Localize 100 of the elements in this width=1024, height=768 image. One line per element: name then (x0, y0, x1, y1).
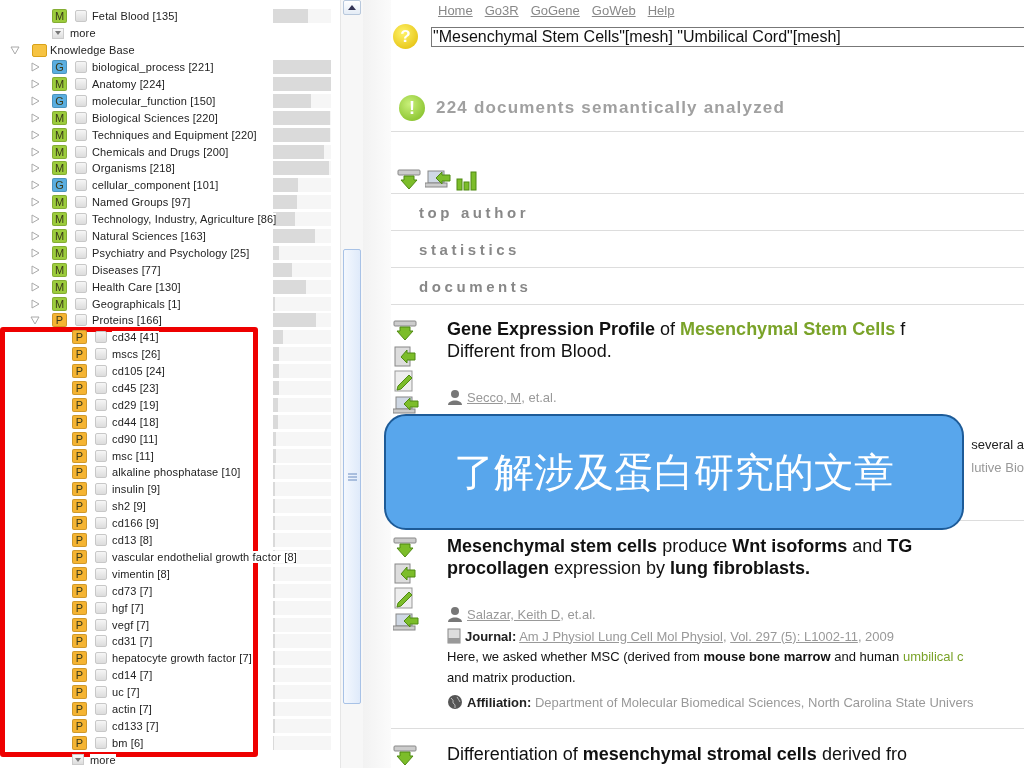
checkbox[interactable] (75, 111, 87, 124)
expand-triangle-icon[interactable] (30, 264, 40, 275)
tree-item-label[interactable]: Geographicals [1] (92, 297, 181, 310)
search-field[interactable]: "Mesenchymal Stem Cells"[mesh] "Umbilical Cord"[mesh] (431, 26, 1024, 47)
scrollbar-thumb[interactable] (343, 249, 361, 704)
checkbox[interactable] (95, 449, 107, 462)
checkbox[interactable] (95, 601, 107, 614)
tree-item-label[interactable]: cd44 [18] (112, 415, 159, 428)
checkbox[interactable] (95, 618, 107, 631)
import-button[interactable] (425, 169, 451, 191)
expand-triangle-icon[interactable] (30, 146, 40, 157)
checkbox[interactable] (95, 348, 107, 361)
tree-item-label[interactable]: insulin [9] (112, 483, 161, 496)
tree-item-label[interactable]: Chemicals and Drugs [200] (92, 145, 229, 158)
document-title[interactable]: Gene Expression Profile of Mesenchymal Stem Cells f (447, 318, 1024, 340)
checkbox[interactable] (95, 584, 107, 597)
expand-triangle-icon[interactable] (30, 247, 40, 258)
checkbox[interactable] (95, 331, 107, 344)
document-title[interactable]: Differentiation of mesenchymal stromal cells derived fro (447, 743, 1024, 765)
checkbox[interactable] (95, 432, 107, 445)
checkbox[interactable] (75, 246, 87, 259)
tree-item-label[interactable]: Technology, Industry, Agriculture [86] (92, 213, 277, 226)
checkbox[interactable] (95, 534, 107, 547)
tree-item-label[interactable]: bm [6] (112, 736, 144, 749)
tree-item-label[interactable]: cd105 [24] (112, 365, 165, 378)
tree-item-label[interactable]: cd45 [23] (112, 382, 159, 395)
tree-item-label[interactable]: Techniques and Equipment [220] (92, 128, 257, 141)
tree-item-label[interactable]: Natural Sciences [163] (92, 230, 206, 242)
nav-link[interactable]: Go3R (484, 3, 519, 18)
download-icon[interactable] (393, 745, 417, 767)
checkbox[interactable] (75, 280, 87, 293)
clipboard-arrow-icon[interactable] (393, 562, 417, 584)
document-title[interactable]: procollagen expression by lung fibroblasts. (447, 557, 1024, 579)
checkbox[interactable] (75, 162, 87, 175)
checkbox[interactable] (75, 78, 87, 90)
tree-item-label[interactable]: cd133 [7] (112, 719, 159, 732)
collapse-triangle-icon[interactable] (10, 45, 20, 56)
tree-item-label[interactable]: vascular endothelial growth factor [8] (112, 550, 297, 563)
tree-item-label[interactable]: molecular_function [150] (92, 94, 216, 107)
tree-item-label[interactable]: vegf [7] (112, 618, 150, 631)
tree-item-label[interactable]: biological_process [221] (92, 61, 214, 74)
checkbox[interactable] (75, 263, 87, 276)
expand-triangle-icon[interactable] (30, 62, 40, 73)
tree-item-label[interactable]: hepatocyte growth factor [7] (112, 652, 252, 665)
tree-item-label[interactable]: sh2 [9] (112, 500, 147, 513)
section-header[interactable]: top author (391, 193, 1024, 230)
tree-item-label[interactable]: cellular_component [101] (92, 179, 219, 192)
tree-item-label[interactable]: Knowledge Base (50, 44, 135, 57)
nav-link[interactable]: GoGene (530, 3, 580, 18)
expand-triangle-icon[interactable] (30, 79, 40, 89)
checkbox[interactable] (75, 314, 87, 327)
checkbox[interactable] (95, 398, 107, 411)
checkbox[interactable] (95, 415, 107, 428)
tree-item-label[interactable]: Proteins [166] (92, 314, 162, 327)
checkbox[interactable] (75, 297, 87, 310)
checkbox[interactable] (95, 500, 107, 513)
checkbox[interactable] (95, 702, 107, 715)
checkbox[interactable] (95, 719, 107, 732)
nav-link[interactable]: Help (647, 3, 675, 18)
download-button[interactable] (397, 169, 421, 191)
checkbox[interactable] (95, 483, 107, 496)
tree-item-label[interactable]: cd31 [7] (112, 635, 153, 648)
nav-link[interactable]: Home (438, 3, 473, 18)
checkbox[interactable] (95, 635, 107, 648)
checkbox[interactable] (95, 550, 107, 563)
section-header[interactable]: documents (391, 267, 1024, 305)
checkbox[interactable] (95, 365, 107, 378)
checkbox[interactable] (95, 517, 107, 530)
tree-item-label[interactable]: hgf [7] (112, 601, 144, 614)
checkbox[interactable] (75, 94, 87, 107)
checkbox[interactable] (95, 736, 107, 749)
expand-triangle-icon[interactable] (30, 180, 40, 191)
checkbox[interactable] (95, 466, 107, 479)
checkbox[interactable] (95, 669, 107, 682)
expand-triangle-icon[interactable] (30, 163, 40, 174)
tree-item-label[interactable]: Anatomy [224] (92, 78, 165, 90)
collapse-triangle-icon[interactable] (30, 315, 40, 326)
download-icon[interactable] (393, 320, 417, 342)
tree-item-label[interactable]: actin [7] (112, 702, 152, 715)
tree-item-label[interactable]: Named Groups [97] (92, 196, 191, 209)
tree-item-label[interactable]: Fetal Blood [135] (92, 10, 178, 23)
expand-triangle-icon[interactable] (30, 129, 40, 140)
tree-item-label[interactable]: cd14 [7] (112, 669, 153, 682)
tree-item-label[interactable]: cd166 [9] (112, 517, 159, 530)
section-header[interactable]: statistics (391, 230, 1024, 267)
checkbox[interactable] (75, 145, 87, 158)
expand-triangle-icon[interactable] (30, 95, 40, 106)
tree-item-label[interactable]: cd90 [11] (112, 432, 158, 445)
tree-item-label[interactable]: cd73 [7] (112, 584, 153, 597)
expand-triangle-icon[interactable] (30, 231, 40, 241)
laptop-arrow-icon[interactable] (393, 395, 419, 415)
tree-item-label[interactable]: Psychiatry and Psychology [25] (92, 246, 250, 259)
tree-item-label[interactable]: msc [11] (112, 449, 154, 462)
laptop-arrow-icon[interactable] (393, 612, 419, 632)
checkbox[interactable] (95, 652, 107, 665)
tree-item-label[interactable]: Biological Sciences [220] (92, 111, 219, 124)
tree-item-label[interactable]: cd29 [19] (112, 398, 159, 411)
checkbox[interactable] (75, 128, 87, 141)
tree-item-label[interactable]: vimentin [8] (112, 567, 171, 580)
checkbox[interactable] (95, 567, 107, 580)
